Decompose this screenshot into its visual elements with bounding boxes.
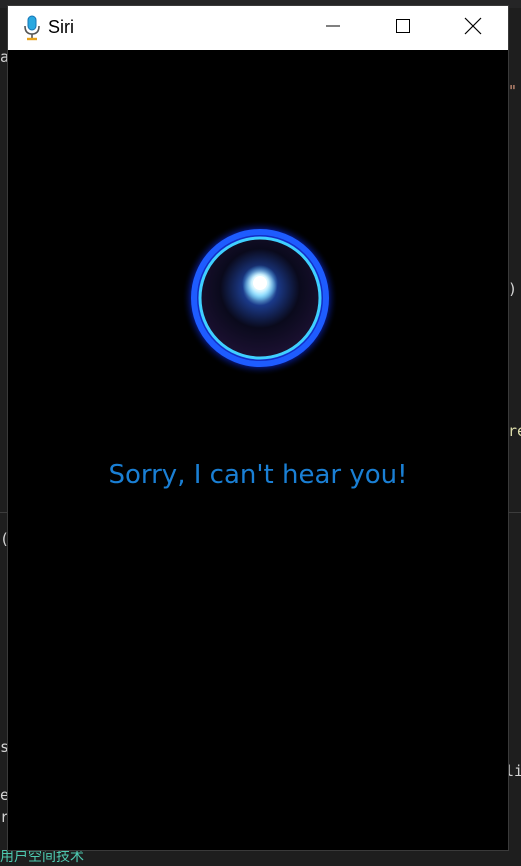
maximize-icon (395, 18, 411, 38)
title-bar[interactable]: Siri (8, 6, 508, 50)
minimize-button[interactable] (298, 6, 368, 50)
minimize-icon (325, 18, 341, 38)
close-icon (464, 17, 482, 39)
microphone-icon (22, 15, 42, 41)
siri-content: Sorry, I can't hear you! (8, 50, 508, 850)
background-code-fragment: ) (508, 280, 518, 298)
maximize-button[interactable] (368, 6, 438, 50)
siri-orb-icon[interactable] (180, 218, 340, 378)
siri-window: Siri Sorry, I can't hear you! (8, 6, 508, 850)
background-code-fragment: re (508, 422, 521, 440)
window-title: Siri (48, 17, 74, 37)
close-button[interactable] (438, 6, 508, 50)
background-code-fragment: " (508, 82, 518, 100)
status-message: Sorry, I can't hear you! (108, 460, 408, 490)
